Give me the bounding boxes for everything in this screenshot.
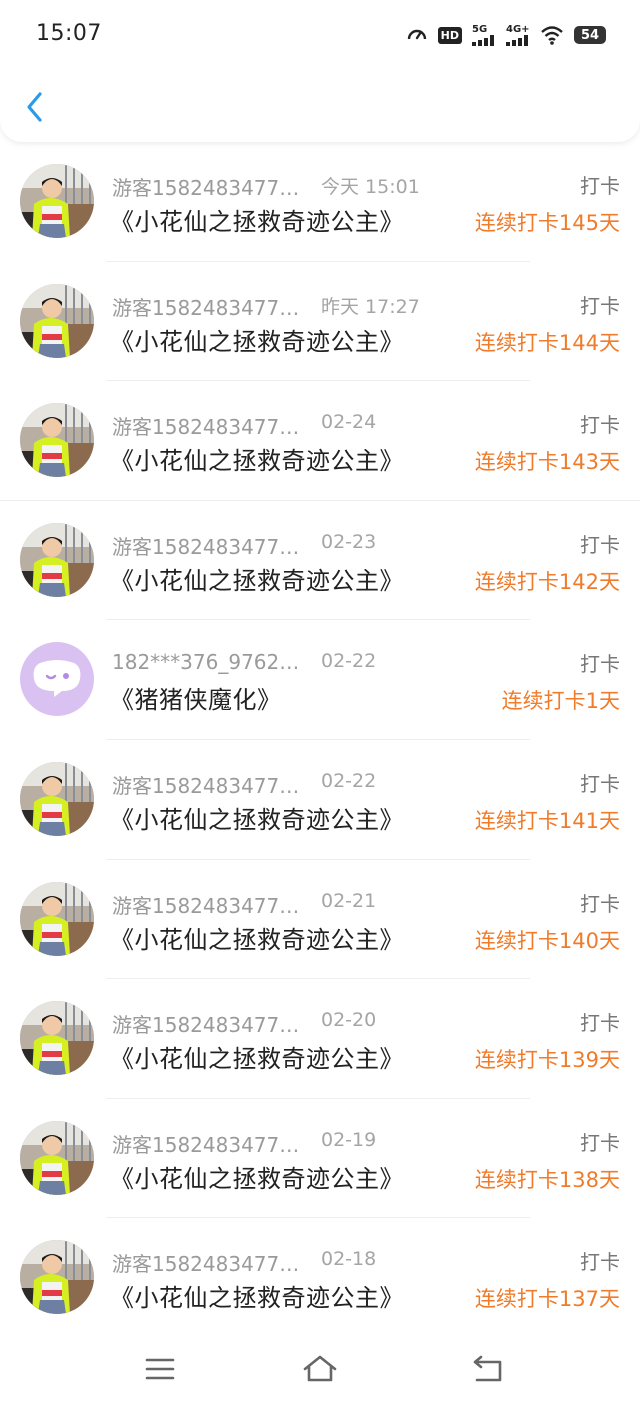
- signal-5g-icon: 5G: [472, 24, 496, 46]
- user-avatar[interactable]: [20, 881, 94, 956]
- status-time: 15:07: [36, 21, 102, 46]
- hd-icon: HD: [437, 26, 462, 44]
- system-nav-bar: [0, 1336, 640, 1409]
- checkin-row[interactable]: 游客1582483477… 02-23 《小花仙之拯救奇迹公主》 打卡 连续打卡…: [0, 501, 640, 621]
- checkin-row[interactable]: 游客1582483477… 02-19 《小花仙之拯救奇迹公主》 打卡 连续打卡…: [0, 1099, 640, 1219]
- book-title[interactable]: 《小花仙之拯救奇迹公主》: [110, 202, 404, 237]
- user-avatar[interactable]: [20, 1120, 94, 1195]
- signal-4g-icon: 4G+: [506, 24, 530, 46]
- post-time: 02-22: [321, 769, 377, 792]
- post-time: 02-23: [321, 530, 377, 553]
- checkin-row[interactable]: 游客1582483477… 02-18 《小花仙之拯救奇迹公主》 打卡 连续打卡…: [0, 1218, 640, 1338]
- speedometer-icon: [406, 24, 428, 46]
- checkin-row[interactable]: 游客1582483477… 今天 15:01 《小花仙之拯救奇迹公主》 打卡 连…: [0, 142, 640, 262]
- post-time: 02-22: [321, 650, 377, 673]
- checkin-row[interactable]: 182***376_9762… 02-22 《猪猪侠魔化》 打卡 连续打卡1天: [0, 620, 640, 740]
- streak-count: 连续打卡1天: [501, 689, 620, 714]
- checkin-row[interactable]: 游客1582483477… 昨天 17:27 《小花仙之拯救奇迹公主》 打卡 连…: [0, 262, 640, 382]
- book-title[interactable]: 《小花仙之拯救奇迹公主》: [110, 441, 404, 476]
- home-icon: [303, 1355, 337, 1382]
- action-label: 打卡: [580, 1130, 620, 1155]
- action-label: 打卡: [580, 413, 620, 438]
- user-name: 游客1582483477…: [112, 893, 300, 918]
- post-time: 02-19: [321, 1128, 377, 1151]
- action-label: 打卡: [580, 174, 620, 198]
- post-time: 昨天 17:27: [321, 295, 420, 318]
- back-button[interactable]: [18, 86, 58, 128]
- user-avatar[interactable]: [20, 283, 94, 358]
- user-avatar[interactable]: [20, 403, 94, 478]
- post-time: 02-18: [321, 1248, 377, 1271]
- streak-count: 连续打卡145天: [474, 211, 620, 235]
- checkin-row[interactable]: 游客1582483477… 02-24 《小花仙之拯救奇迹公主》 打卡 连续打卡…: [0, 381, 640, 501]
- user-name: 游客1582483477…: [112, 1252, 300, 1277]
- menu-icon: [145, 1358, 175, 1380]
- chevron-left-icon: [27, 92, 42, 122]
- action-label: 打卡: [580, 1011, 620, 1036]
- user-name: 游客1582483477…: [112, 773, 300, 798]
- user-name: 游客1582483477…: [112, 534, 300, 559]
- status-bar: 15:07 HD 5G 4G+ 54: [0, 0, 640, 70]
- post-time: 02-21: [321, 889, 377, 912]
- user-avatar[interactable]: [20, 1240, 94, 1315]
- checkin-row[interactable]: 游客1582483477… 02-20 《小花仙之拯救奇迹公主》 打卡 连续打卡…: [0, 979, 640, 1099]
- back-icon: [473, 1355, 502, 1382]
- streak-count: 连续打卡143天: [474, 450, 620, 475]
- post-time: 02-20: [321, 1009, 377, 1032]
- book-title[interactable]: 《小花仙之拯救奇迹公主》: [110, 800, 404, 835]
- back-nav-button[interactable]: [470, 1354, 506, 1384]
- streak-count: 连续打卡142天: [474, 569, 620, 594]
- post-time: 今天 15:01: [321, 176, 420, 198]
- post-time: 02-24: [321, 411, 377, 434]
- status-icons: HD 5G 4G+ 54: [406, 22, 606, 48]
- action-label: 打卡: [580, 532, 620, 557]
- book-title[interactable]: 《小花仙之拯救奇迹公主》: [110, 561, 404, 596]
- action-label: 打卡: [580, 652, 620, 677]
- top-bar: 15:07 HD 5G 4G+ 54: [0, 0, 640, 142]
- home-button[interactable]: [302, 1354, 338, 1384]
- checkin-row[interactable]: 游客1582483477… 02-22 《小花仙之拯救奇迹公主》 打卡 连续打卡…: [0, 740, 640, 860]
- user-name: 游客1582483477…: [112, 1013, 300, 1038]
- user-name: 游客1582483477…: [112, 415, 300, 440]
- user-name: 游客1582483477…: [112, 176, 300, 200]
- action-label: 打卡: [580, 771, 620, 796]
- user-name: 182***376_9762…: [112, 650, 300, 675]
- book-title[interactable]: 《小花仙之拯救奇迹公主》: [110, 1278, 404, 1313]
- wifi-icon: [540, 25, 564, 45]
- user-avatar[interactable]: [20, 761, 94, 836]
- streak-count: 连续打卡139天: [474, 1048, 620, 1073]
- streak-count: 连续打卡140天: [474, 928, 620, 953]
- streak-count: 连续打卡144天: [474, 330, 620, 355]
- user-avatar[interactable]: [20, 164, 94, 238]
- book-title[interactable]: 《猪猪侠魔化》: [110, 680, 282, 715]
- book-title[interactable]: 《小花仙之拯救奇迹公主》: [110, 1159, 404, 1194]
- book-title[interactable]: 《小花仙之拯救奇迹公主》: [110, 920, 404, 955]
- user-name: 游客1582483477…: [112, 295, 300, 320]
- streak-count: 连续打卡137天: [474, 1287, 620, 1312]
- book-title[interactable]: 《小花仙之拯救奇迹公主》: [110, 1039, 404, 1074]
- book-title[interactable]: 《小花仙之拯救奇迹公主》: [110, 322, 404, 357]
- checkin-list: 游客1582483477… 今天 15:01 《小花仙之拯救奇迹公主》 打卡 连…: [0, 142, 640, 1338]
- user-avatar[interactable]: [20, 1001, 94, 1076]
- action-label: 打卡: [580, 1250, 620, 1275]
- user-avatar[interactable]: [20, 522, 94, 597]
- checkin-row[interactable]: 游客1582483477… 02-21 《小花仙之拯救奇迹公主》 打卡 连续打卡…: [0, 860, 640, 980]
- streak-count: 连续打卡138天: [474, 1167, 620, 1192]
- streak-count: 连续打卡141天: [474, 808, 620, 833]
- menu-button[interactable]: [142, 1354, 178, 1384]
- battery-icon: 54: [574, 26, 606, 44]
- user-name: 游客1582483477…: [112, 1132, 300, 1157]
- chat-bubble-avatar[interactable]: [20, 642, 94, 717]
- action-label: 打卡: [580, 293, 620, 318]
- action-label: 打卡: [580, 891, 620, 916]
